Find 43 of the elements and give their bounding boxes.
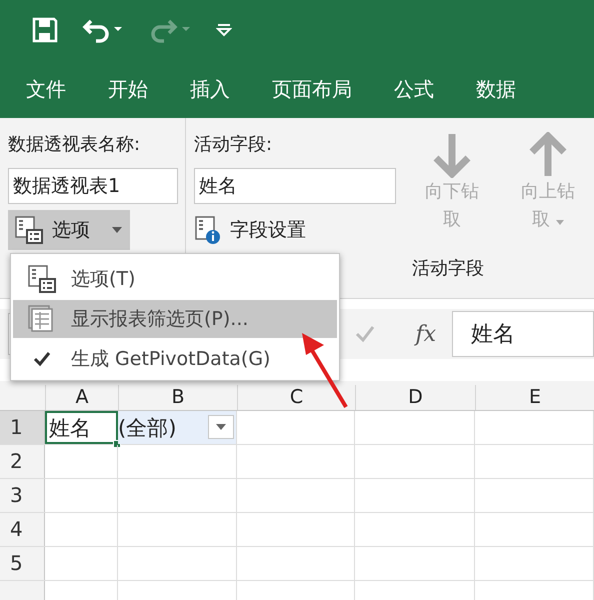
caret-icon: [112, 227, 122, 233]
ribbon-tab[interactable]: 页面布局: [272, 72, 352, 106]
table-cell[interactable]: 姓名: [45, 411, 118, 444]
column-header[interactable]: B: [118, 385, 237, 410]
pivot-name-field[interactable]: 数据透视表1: [8, 168, 178, 204]
table-cell[interactable]: (全部): [118, 411, 237, 444]
group-label: 活动字段: [411, 257, 485, 280]
menu-item[interactable]: 显示报表筛选页(P)...: [13, 300, 337, 338]
options-button[interactable]: 选项: [8, 210, 130, 250]
enter-icon[interactable]: [355, 325, 376, 343]
column-header[interactable]: E: [475, 385, 594, 410]
row-header[interactable]: 3: [0, 479, 45, 512]
ribbon-tab[interactable]: 开始: [108, 72, 148, 106]
ribbon-tab[interactable]: 插入: [190, 72, 230, 106]
check-icon: [33, 351, 51, 367]
menu-item[interactable]: 生成 GetPivotData(G): [13, 340, 337, 378]
field-label: 数据透视表名称:: [8, 133, 142, 157]
column-header[interactable]: A: [45, 385, 118, 410]
caret-icon: [556, 220, 564, 225]
formula-field[interactable]: 姓名: [452, 311, 594, 357]
row-header[interactable]: 5: [0, 547, 45, 580]
column-header[interactable]: C: [237, 385, 355, 410]
insert-function-button[interactable]: fx: [415, 322, 436, 346]
menu-item[interactable]: 选项(T): [13, 260, 337, 298]
ribbon-tab[interactable]: 公式: [394, 72, 434, 106]
row-header[interactable]: 4: [0, 513, 45, 546]
options-icon: [27, 264, 57, 294]
customize-icon[interactable]: [216, 23, 232, 37]
filter-dropdown-button[interactable]: [208, 415, 234, 439]
active-field-input[interactable]: 姓名: [194, 168, 396, 204]
field-settings-button[interactable]: 字段设置: [194, 212, 400, 248]
ribbon-tab[interactable]: 数据: [476, 72, 516, 106]
up-arrow-icon: [528, 132, 568, 178]
ribbon-tab[interactable]: 文件: [26, 72, 66, 106]
field-settings-icon: [194, 215, 222, 245]
row-header[interactable]: 1: [0, 411, 45, 444]
row-header[interactable]: 2: [0, 445, 45, 478]
down-arrow-icon: [432, 132, 472, 178]
column-header[interactable]: D: [355, 385, 475, 410]
save-icon[interactable]: [32, 17, 58, 43]
options-icon: [14, 215, 44, 245]
caret-icon: [216, 424, 226, 430]
field-label: 活动字段:: [194, 133, 274, 157]
